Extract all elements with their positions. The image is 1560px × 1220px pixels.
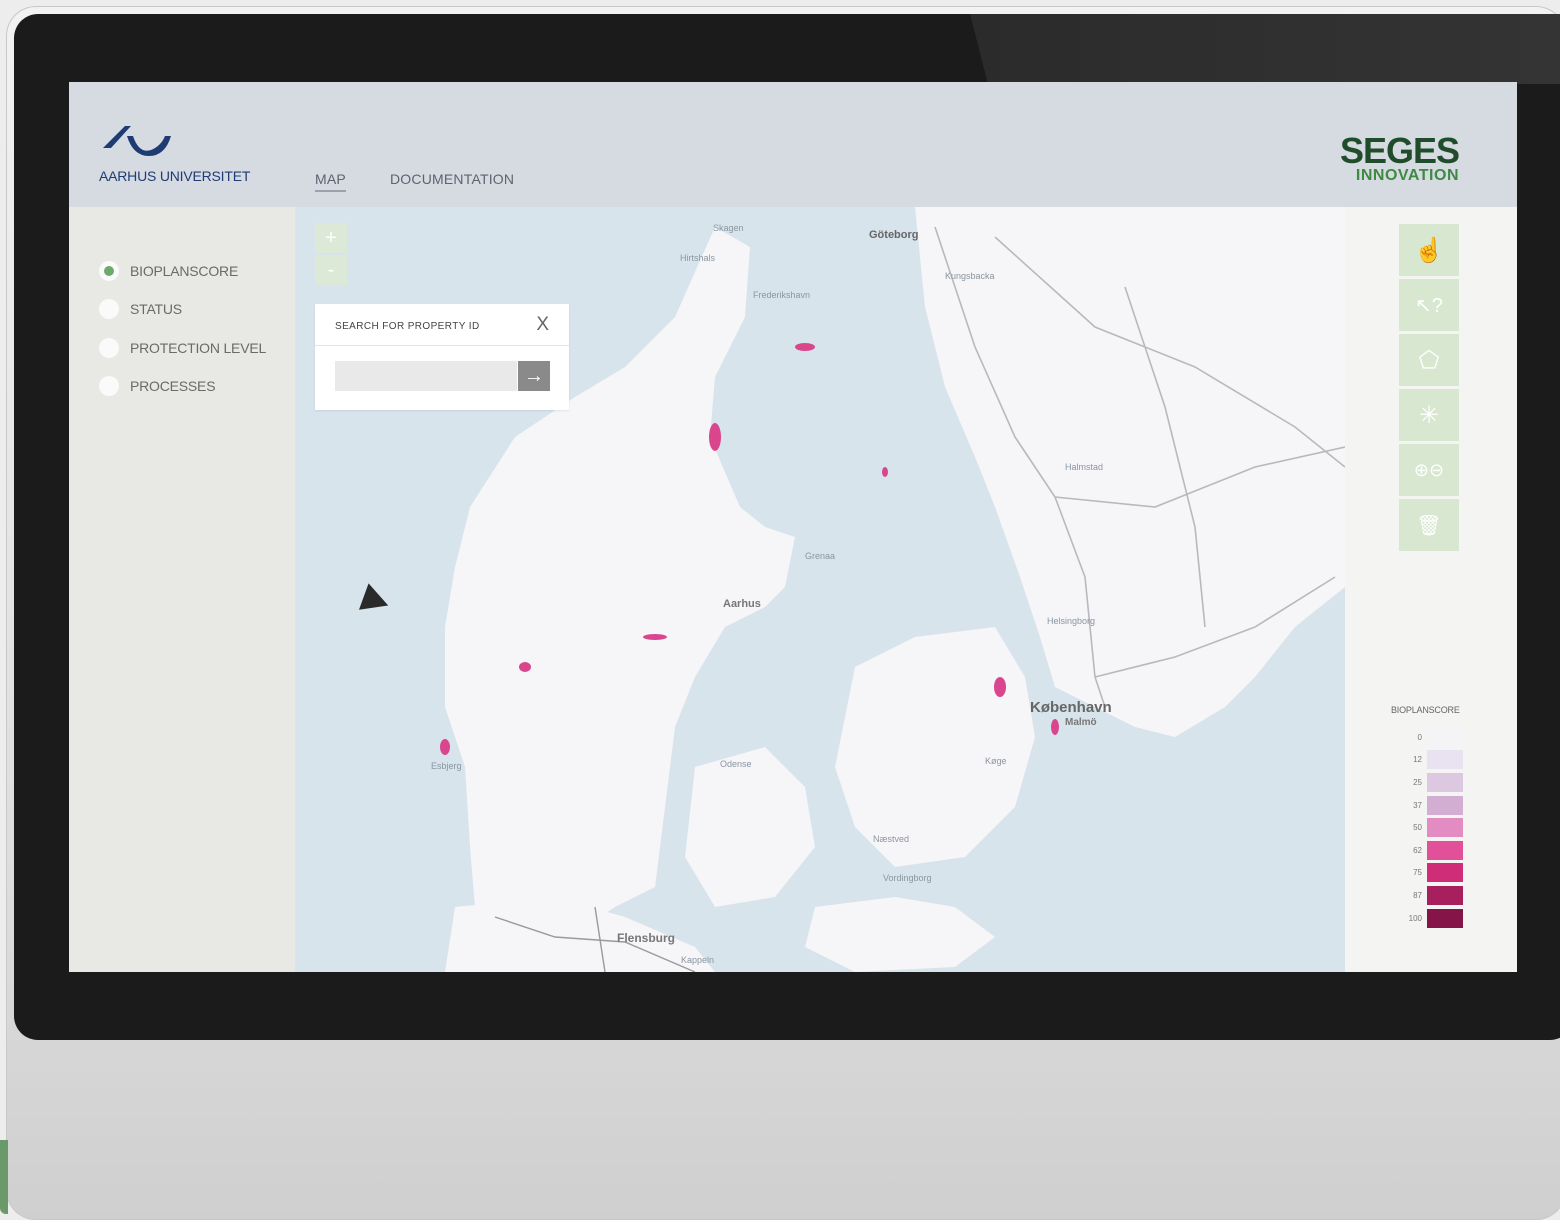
- legend-row: 25: [1391, 771, 1463, 794]
- legend-swatch: [1427, 840, 1463, 860]
- legend-row: 100: [1391, 907, 1463, 930]
- legend-value: 25: [1413, 777, 1422, 787]
- legend-value: 50: [1413, 823, 1422, 833]
- map-label: Odense: [720, 759, 752, 769]
- legend-swatch: [1427, 885, 1463, 905]
- divider: [315, 345, 569, 346]
- map-label: Frederikshavn: [753, 290, 811, 300]
- seges-logo-bottom: INNOVATION: [1355, 167, 1459, 184]
- legend-value: 0: [1417, 732, 1422, 742]
- map-label: Hirtshals: [680, 253, 716, 263]
- legend-swatch: [1427, 908, 1463, 928]
- seges-logo-top: SEGES: [1339, 130, 1460, 171]
- map-label: Vordingborg: [883, 873, 932, 883]
- au-logo-icon: [103, 126, 171, 156]
- map-label: Kappeln: [681, 955, 715, 965]
- legend-swatch: [1427, 863, 1463, 883]
- tool-panel: ☝ ↖? ⬠ ✳ ⊕⊖ 🗑 BIOPLANSCORE 0 12 25 37 50 62 75…: [1345, 207, 1517, 972]
- legend: BIOPLANSCORE 0 12 25 37 50 62 75 87 100: [1391, 705, 1463, 929]
- magic-wand-icon[interactable]: ✳: [1399, 389, 1459, 441]
- map-label: Helsingborg: [1047, 616, 1096, 626]
- layer-option-protection-level[interactable]: PROTECTION LEVEL: [99, 338, 266, 358]
- bezel-reflection: [970, 14, 1560, 84]
- layer-label: STATUS: [130, 301, 182, 317]
- map-label: Malmö: [1065, 717, 1097, 728]
- radio-button[interactable]: [99, 376, 119, 396]
- legend-value: 37: [1413, 800, 1422, 810]
- map-label: Grenaa: [805, 551, 836, 561]
- layer-panel: BIOPLANSCORE STATUS PROTECTION LEVEL PRO…: [69, 207, 295, 972]
- legend-value: 87: [1413, 890, 1422, 900]
- legend-value: 12: [1413, 755, 1422, 765]
- map-label: Aarhus: [723, 598, 761, 610]
- nav-documentation[interactable]: DOCUMENTATION: [390, 171, 514, 187]
- map-label: København: [1030, 699, 1112, 716]
- university-name: AARHUS UNIVERSITET: [99, 168, 251, 184]
- legend-row: 0: [1391, 726, 1463, 749]
- zoom-in-button[interactable]: +: [315, 223, 347, 253]
- legend-row: 50: [1391, 816, 1463, 839]
- polygon-icon[interactable]: ⬠: [1399, 334, 1459, 386]
- search-title: SEARCH FOR PROPERTY ID: [335, 321, 480, 332]
- land-zealand: [835, 627, 1035, 867]
- map-label: Næstved: [873, 834, 910, 844]
- map-label: Kungsbacka: [945, 271, 995, 281]
- zoom-out-button[interactable]: -: [315, 255, 347, 285]
- map-label: Flensburg: [617, 931, 676, 945]
- land-lolland: [805, 897, 995, 972]
- app-screen: AARHUS UNIVERSITET MAP DOCUMENTATION SEG…: [69, 82, 1517, 972]
- layer-label: PROCESSES: [130, 378, 216, 394]
- legend-title: BIOPLANSCORE: [1391, 705, 1460, 715]
- property-search-panel: SEARCH FOR PROPERTY ID X →: [315, 304, 569, 410]
- radio-button[interactable]: [99, 338, 119, 358]
- legend-swatch: [1427, 750, 1463, 770]
- legend-swatch: [1427, 727, 1463, 747]
- layer-option-bioplanscore[interactable]: BIOPLANSCORE: [99, 261, 238, 281]
- map-label: Göteborg: [869, 229, 919, 241]
- seges-logo: SEGES INNOVATION: [1339, 130, 1460, 184]
- pointer-question-icon[interactable]: ↖?: [1399, 279, 1459, 331]
- map-label: Halmstad: [1065, 462, 1104, 472]
- legend-swatch: [1427, 818, 1463, 838]
- legend-row: 62: [1391, 839, 1463, 862]
- land-funen: [685, 747, 815, 907]
- legend-row: 37: [1391, 794, 1463, 817]
- hand-icon[interactable]: ☝: [1399, 224, 1459, 276]
- legend-swatch: [1427, 795, 1463, 815]
- background-edge: [0, 1140, 8, 1214]
- add-remove-icon[interactable]: ⊕⊖: [1399, 444, 1459, 496]
- layer-label: BIOPLANSCORE: [130, 263, 239, 279]
- map-label: Skagen: [713, 223, 744, 233]
- legend-row: 87: [1391, 884, 1463, 907]
- legend-row: 12: [1391, 749, 1463, 772]
- layer-label: PROTECTION LEVEL: [130, 340, 267, 356]
- nav-map[interactable]: MAP: [315, 171, 346, 192]
- zoom-control: + -: [315, 223, 347, 287]
- legend-value: 100: [1408, 913, 1422, 923]
- legend-value: 75: [1413, 868, 1422, 878]
- radio-button[interactable]: [99, 299, 119, 319]
- legend-value: 62: [1413, 845, 1422, 855]
- layer-option-status[interactable]: STATUS: [99, 299, 182, 319]
- map-toolbar: ☝ ↖? ⬠ ✳ ⊕⊖ 🗑: [1399, 224, 1459, 554]
- trash-icon[interactable]: 🗑: [1399, 499, 1459, 551]
- close-icon[interactable]: X: [536, 314, 549, 336]
- map-view[interactable]: + - Skagen Hirtshals Frederikshavn Göteb…: [295, 207, 1345, 972]
- arrow-right-icon[interactable]: →: [518, 361, 550, 391]
- app-header: AARHUS UNIVERSITET MAP DOCUMENTATION SEG…: [69, 82, 1517, 207]
- map-label: Køge: [985, 756, 1007, 766]
- radio-button[interactable]: [99, 261, 119, 281]
- map-label: Esbjerg: [431, 761, 462, 771]
- layer-option-processes[interactable]: PROCESSES: [99, 376, 216, 396]
- legend-swatch: [1427, 772, 1463, 792]
- property-id-input[interactable]: [335, 361, 517, 391]
- legend-row: 75: [1391, 862, 1463, 885]
